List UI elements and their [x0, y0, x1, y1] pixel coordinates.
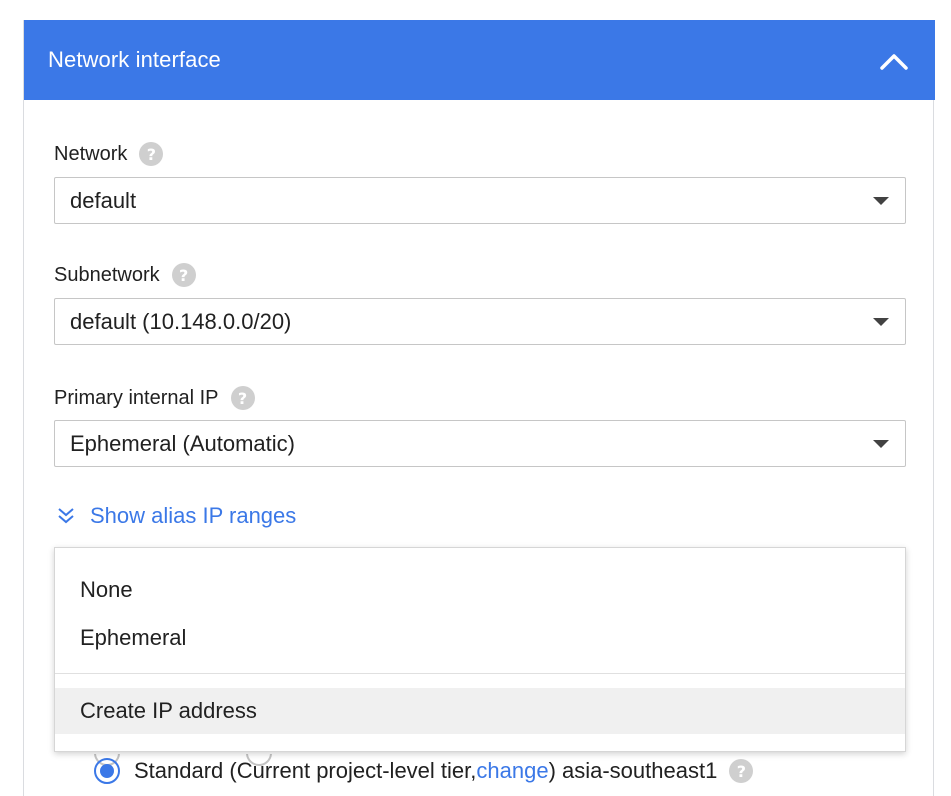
menu-item-ephemeral[interactable]: Ephemeral — [55, 615, 905, 661]
network-select[interactable]: default — [54, 177, 906, 224]
network-label: Network ? — [54, 141, 164, 167]
collapse-button[interactable] — [877, 44, 911, 78]
primary-ip-select[interactable]: Ephemeral (Automatic) — [54, 420, 906, 467]
standard-tier-radio[interactable] — [94, 758, 120, 784]
help-icon[interactable]: ? — [230, 386, 255, 410]
menu-item-label: None — [80, 577, 133, 602]
dropdown-arrow-icon — [873, 318, 889, 326]
help-icon[interactable]: ? — [729, 759, 754, 783]
menu-item-label: Ephemeral — [80, 625, 187, 650]
tier-text-prefix: Standard (Current project-level tier, — [134, 758, 477, 783]
primary-ip-value: Ephemeral (Automatic) — [70, 430, 295, 456]
ip-options-menu: None Ephemeral Create IP address — [54, 547, 906, 752]
standard-tier-option: Standard (Current project-level tier, ch… — [94, 758, 754, 784]
dropdown-arrow-icon — [873, 440, 889, 448]
tier-text-suffix: ) asia-southeast1 — [548, 758, 718, 783]
subnetwork-label-text: Subnetwork — [54, 263, 160, 286]
double-chevron-down-icon — [58, 508, 74, 524]
show-alias-ip-ranges-label: Show alias IP ranges — [90, 503, 297, 528]
menu-item-label: Create IP address — [80, 698, 257, 723]
panel-title: Network interface — [48, 47, 221, 72]
help-icon[interactable]: ? — [171, 263, 196, 287]
network-interface-panel: Network interface Network ? default Subn… — [23, 20, 935, 796]
network-value: default — [70, 187, 137, 213]
subnetwork-select[interactable]: default (10.148.0.0/20) — [54, 298, 906, 345]
change-tier-link[interactable]: change — [476, 758, 548, 784]
panel-header: Network interface — [24, 20, 935, 100]
primary-ip-label: Primary internal IP ? — [54, 385, 255, 411]
subnetwork-value: default (10.148.0.0/20) — [70, 308, 292, 334]
chevron-up-icon — [880, 54, 908, 70]
help-icon[interactable]: ? — [139, 142, 164, 166]
show-alias-ip-ranges-link[interactable]: Show alias IP ranges — [56, 503, 296, 529]
radio-dot — [100, 764, 114, 778]
dropdown-arrow-icon — [873, 197, 889, 205]
primary-ip-label-text: Primary internal IP — [54, 386, 219, 409]
menu-divider — [55, 673, 905, 674]
subnetwork-label: Subnetwork ? — [54, 262, 196, 288]
menu-item-create-ip-address[interactable]: Create IP address — [55, 688, 905, 734]
menu-item-none[interactable]: None — [55, 567, 905, 613]
network-label-text: Network — [54, 142, 128, 165]
